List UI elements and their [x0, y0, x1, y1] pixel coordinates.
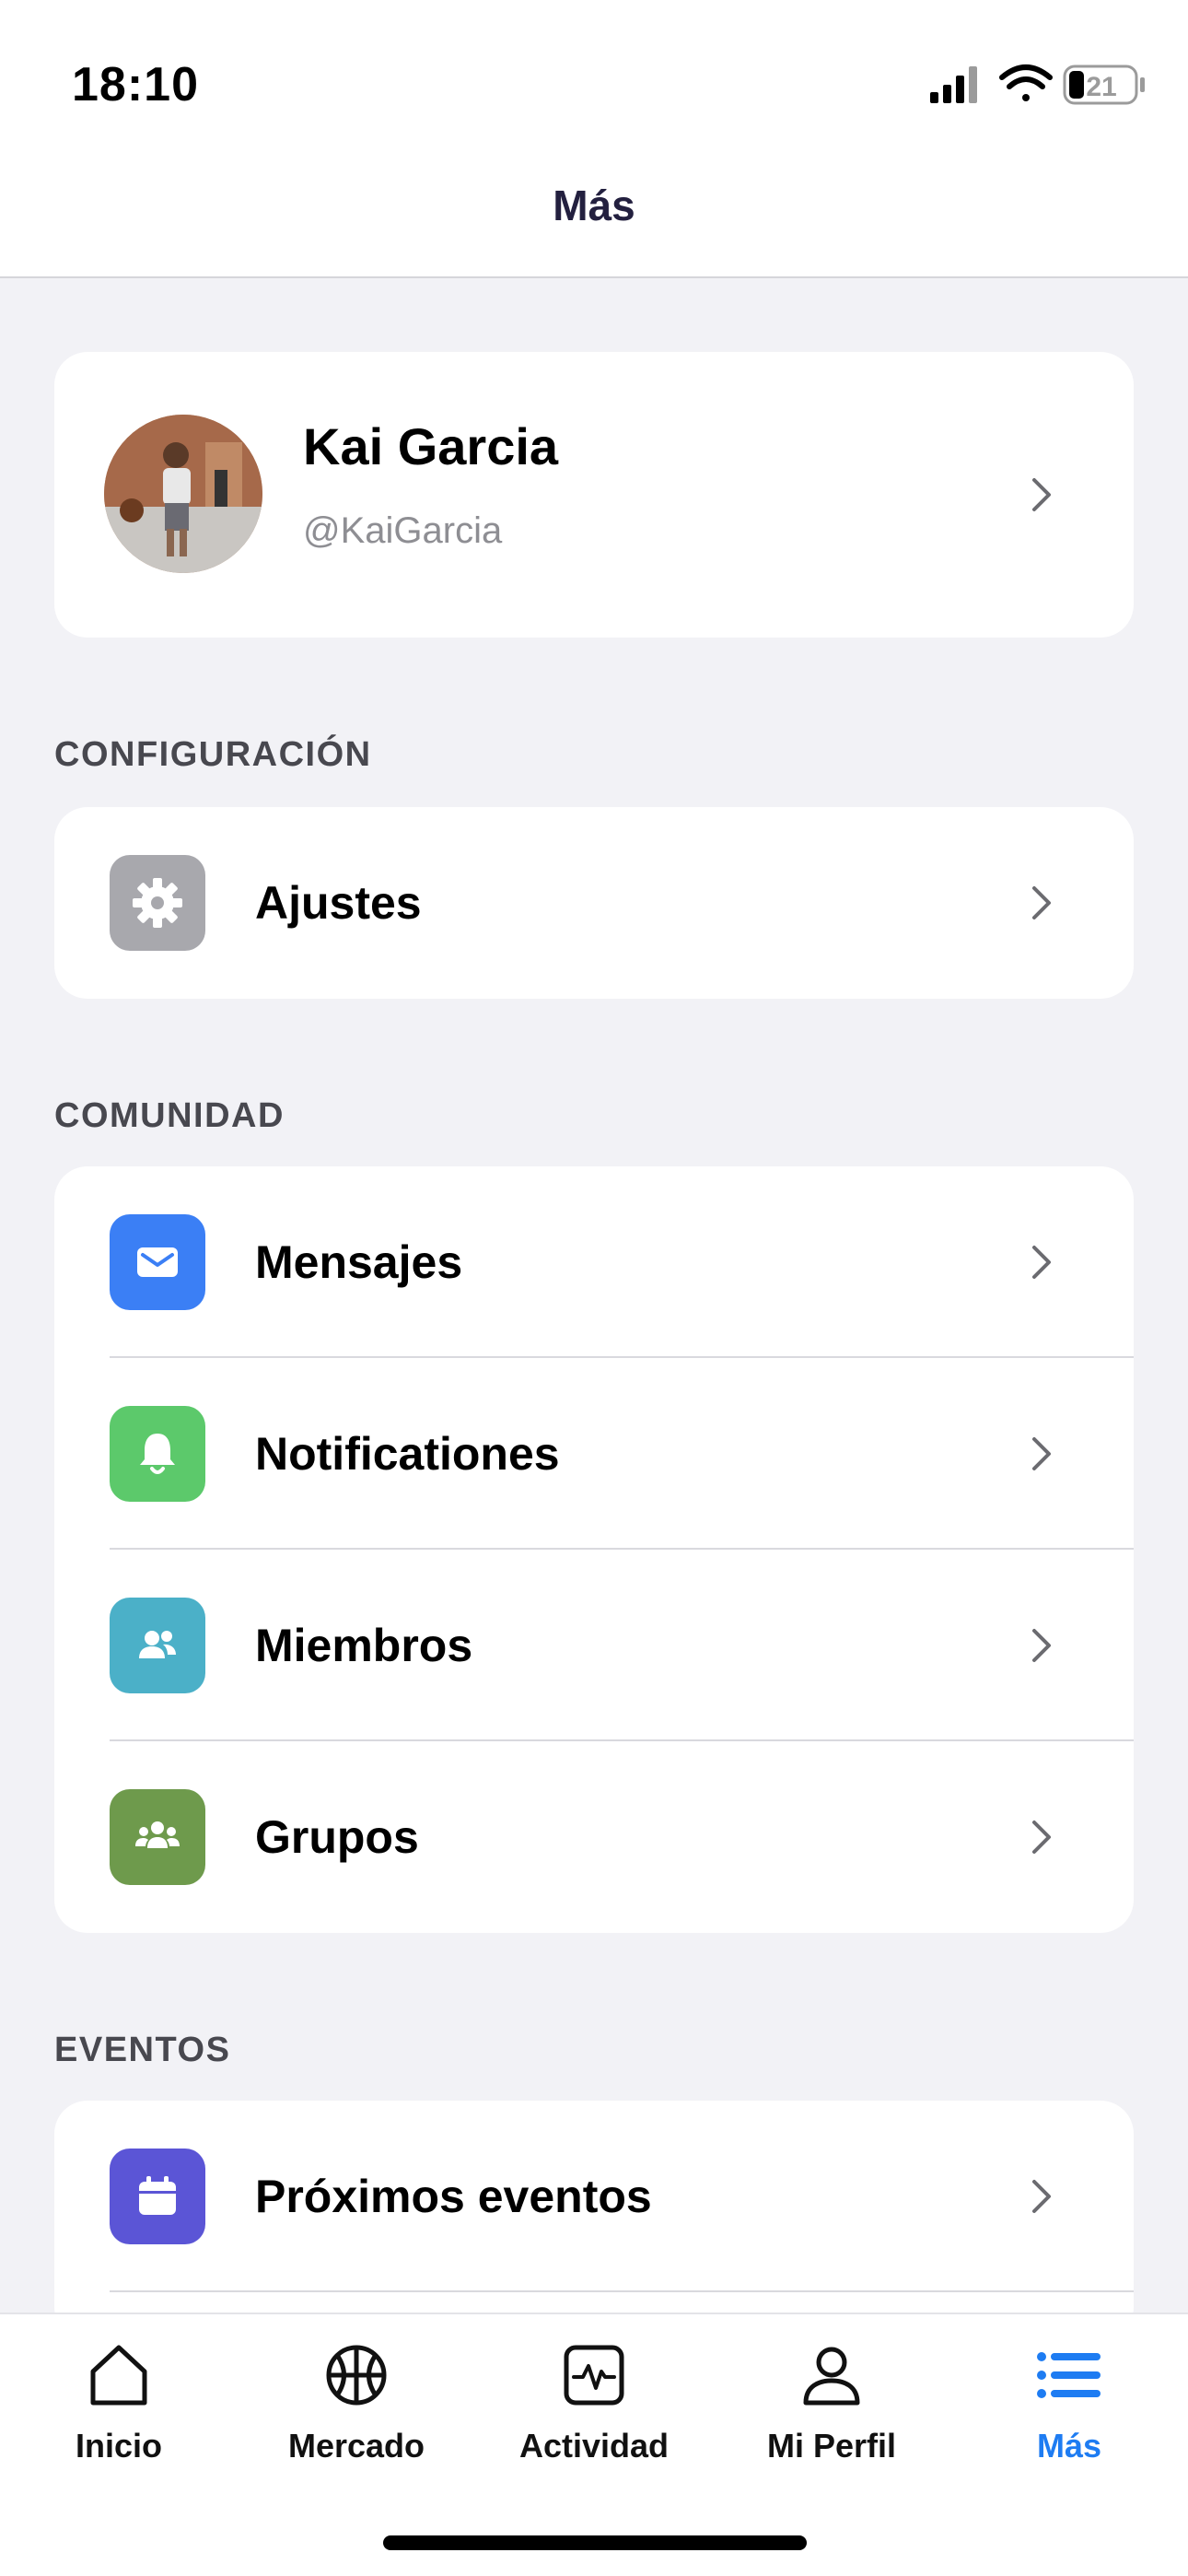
tab-mi-perfil[interactable]: Mi Perfil — [713, 2314, 950, 2499]
menu-item-label: Grupos — [255, 1811, 419, 1863]
battery-level: 21 — [1086, 72, 1116, 102]
cellular-signal-icon — [930, 66, 977, 103]
menu-item-proximos-eventos[interactable]: Próximos eventos — [54, 2101, 1134, 2292]
menu-item-miembros[interactable]: Miembros — [54, 1550, 1134, 1741]
menu-item-notificationes[interactable]: Notificationes — [54, 1358, 1134, 1550]
profile-name: Kai Garcia — [303, 417, 559, 475]
chevron-right-icon — [1032, 1246, 1051, 1279]
menu-item-mensajes[interactable]: Mensajes — [54, 1166, 1134, 1358]
gear-icon — [110, 855, 205, 951]
tab-label: Mercado — [287, 2427, 425, 2465]
profile-handle: @KaiGarcia — [303, 510, 503, 551]
status-icons: 21 — [930, 63, 1151, 109]
chevron-right-icon — [1032, 1629, 1051, 1662]
section-label-comunidad: COMUNIDAD — [54, 1096, 285, 1135]
calendar-icon — [110, 2149, 205, 2244]
menu-item-ajustes[interactable]: Ajustes — [54, 807, 1134, 999]
tab-actividad[interactable]: Actividad — [475, 2314, 713, 2499]
menu-item-grupos[interactable]: Grupos — [54, 1741, 1134, 1933]
home-indicator — [383, 2535, 807, 2550]
status-time: 18:10 — [72, 58, 199, 111]
top-bar: 18:10 21 Más — [0, 0, 1188, 278]
menu-item-label: Próximos eventos — [255, 2171, 652, 2222]
settings-card: Ajustes — [54, 807, 1134, 999]
tab-label: Mi Perfil — [766, 2427, 897, 2465]
profile-card[interactable]: Kai Garcia @KaiGarcia — [54, 352, 1134, 638]
tab-label: Actividad — [518, 2427, 670, 2465]
basketball-icon — [326, 2345, 387, 2406]
tab-mercado[interactable]: Mercado — [238, 2314, 475, 2499]
menu-item-label: Mensajes — [255, 1236, 463, 1288]
battery-icon: 21 — [1063, 64, 1145, 105]
divider — [110, 2290, 1134, 2292]
more-screen: 18:10 21 Más Kai Garcia @KaiGarcia CONFI… — [0, 0, 1188, 2576]
menu-item-label: Miembros — [255, 1620, 473, 1671]
tab-inicio[interactable]: Inicio — [0, 2314, 238, 2499]
home-icon — [90, 2345, 147, 2406]
events-card: Próximos eventos — [54, 2101, 1134, 2340]
chevron-right-icon — [1032, 478, 1051, 511]
section-label-configuracion: CONFIGURACIÓN — [54, 735, 372, 774]
wifi-icon — [999, 64, 1053, 101]
chevron-right-icon — [1032, 1821, 1051, 1854]
menu-item-label: Notificationes — [255, 1428, 560, 1480]
tab-label: Inicio — [75, 2427, 162, 2465]
envelope-icon — [110, 1214, 205, 1310]
community-card: Mensajes Notificationes Miembros Grupos — [54, 1166, 1134, 1933]
chevron-right-icon — [1032, 886, 1051, 919]
avatar — [104, 415, 262, 573]
activity-icon — [564, 2345, 624, 2406]
bell-icon — [110, 1406, 205, 1502]
tab-label: Más — [1036, 2427, 1102, 2465]
menu-item-label: Ajustes — [255, 877, 422, 929]
section-label-eventos: EVENTOS — [54, 2031, 231, 2069]
tab-mas[interactable]: Más — [950, 2314, 1188, 2499]
person-icon — [803, 2347, 860, 2406]
page-title: Más — [553, 181, 635, 229]
groups-icon — [110, 1789, 205, 1885]
chevron-right-icon — [1032, 2180, 1051, 2213]
list-icon — [1037, 2352, 1101, 2398]
chevron-right-icon — [1032, 1437, 1051, 1470]
members-icon — [110, 1598, 205, 1693]
